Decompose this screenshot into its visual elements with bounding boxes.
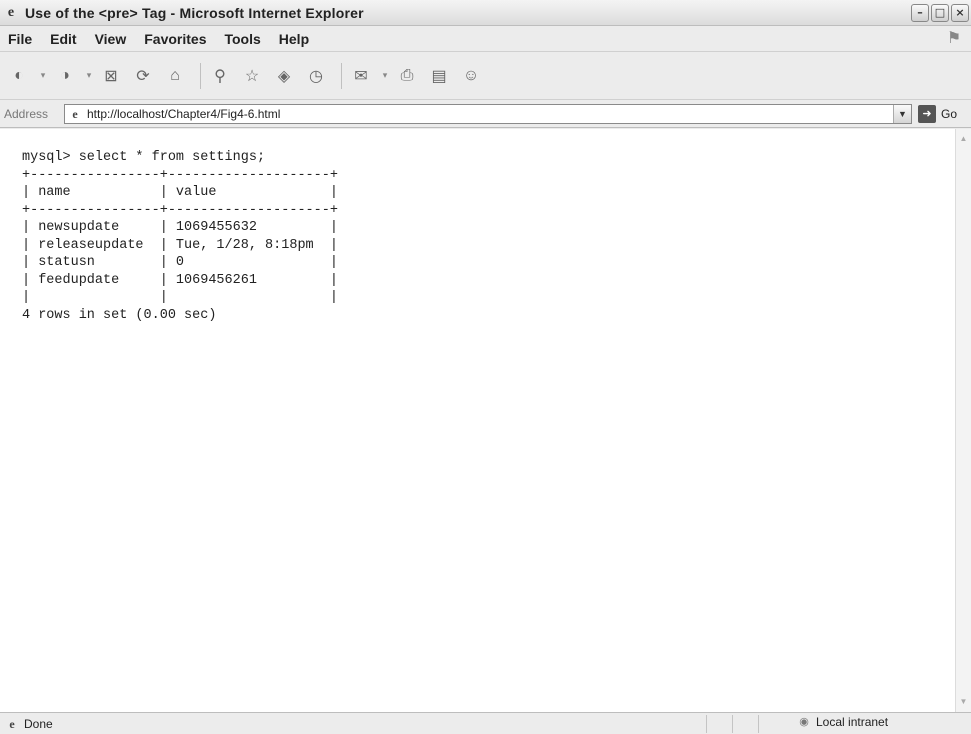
mail-icon[interactable]: ✉ <box>348 63 374 89</box>
forward-dropdown-icon[interactable]: ▾ <box>84 63 94 89</box>
scroll-up-icon[interactable]: ▲ <box>956 131 971 147</box>
refresh-icon[interactable]: ⟳ <box>130 63 156 89</box>
toolbar-separator <box>200 62 201 89</box>
security-zone: ◉ Local intranet <box>796 715 888 729</box>
address-input[interactable] <box>87 107 847 121</box>
mail-dropdown-icon[interactable]: ▾ <box>380 63 390 89</box>
stop-icon[interactable]: ⊠ <box>98 63 124 89</box>
status-panel-divider <box>758 715 759 733</box>
title-bar: e Use of the <pre> Tag - Microsoft Inter… <box>0 0 971 26</box>
browser-window: e Use of the <pre> Tag - Microsoft Inter… <box>0 0 971 734</box>
window-controls: – □ × <box>911 4 969 22</box>
page-done-icon: e <box>9 716 15 731</box>
status-panel-divider <box>732 715 733 733</box>
forward-icon[interactable]: ◑ <box>52 63 78 89</box>
edit-icon[interactable]: ▤ <box>426 63 452 89</box>
menu-bar: File Edit View Favorites Tools Help ⚑ <box>0 26 971 52</box>
home-icon[interactable]: ⌂ <box>162 63 188 89</box>
messenger-icon[interactable]: ☺ <box>458 63 484 89</box>
menu-view[interactable]: View <box>93 29 129 49</box>
menu-favorites[interactable]: Favorites <box>142 29 208 49</box>
scroll-down-icon[interactable]: ▼ <box>956 694 971 710</box>
back-icon[interactable]: ◐ <box>6 63 32 89</box>
status-panel-divider <box>706 715 707 733</box>
address-dropdown-icon[interactable]: ▼ <box>893 105 911 123</box>
page-icon: e <box>72 107 78 121</box>
close-icon[interactable]: × <box>951 4 969 22</box>
minimize-icon[interactable]: – <box>911 4 929 22</box>
go-arrow-icon: ➜ <box>918 105 936 123</box>
address-label: Address <box>4 106 49 121</box>
status-bar: e Done ◉ Local intranet <box>0 712 971 734</box>
ie-icon: e <box>7 4 15 20</box>
address-field[interactable]: e ▼ <box>64 104 912 124</box>
print-icon[interactable]: ⎙ <box>394 63 420 89</box>
favorites-icon[interactable]: ☆ <box>239 63 265 89</box>
menu-help[interactable]: Help <box>277 29 311 49</box>
zone-label: Local intranet <box>816 715 889 729</box>
window-title: Use of the <pre> Tag - Microsoft Interne… <box>25 4 364 21</box>
preformatted-output: mysql> select * from settings; +--------… <box>22 150 338 323</box>
windows-logo-icon: ⚑ <box>946 30 962 47</box>
menu-file[interactable]: File <box>6 29 34 49</box>
go-button[interactable]: ➜ Go <box>918 105 957 123</box>
vertical-scrollbar[interactable]: ▲ ▼ <box>955 129 971 712</box>
page-content: mysql> select * from settings; +--------… <box>0 129 955 712</box>
toolbar: ◐ ▾ ◑ ▾ ⊠ ⟳ ⌂ ⚲ ☆ ◈ ◷ ✉ ▾ ⎙ ▤ ☺ <box>0 52 971 100</box>
menu-edit[interactable]: Edit <box>48 29 78 49</box>
status-text: Done <box>24 716 53 731</box>
media-icon[interactable]: ◈ <box>271 63 297 89</box>
search-icon[interactable]: ⚲ <box>207 63 233 89</box>
go-label: Go <box>941 107 958 121</box>
local-intranet-icon: ◉ <box>799 716 809 728</box>
history-icon[interactable]: ◷ <box>303 63 329 89</box>
back-dropdown-icon[interactable]: ▾ <box>38 63 48 89</box>
maximize-icon[interactable]: □ <box>931 4 949 22</box>
menu-tools[interactable]: Tools <box>222 29 262 49</box>
address-bar: Address e ▼ ➜ Go <box>0 100 971 128</box>
toolbar-separator <box>341 62 342 89</box>
